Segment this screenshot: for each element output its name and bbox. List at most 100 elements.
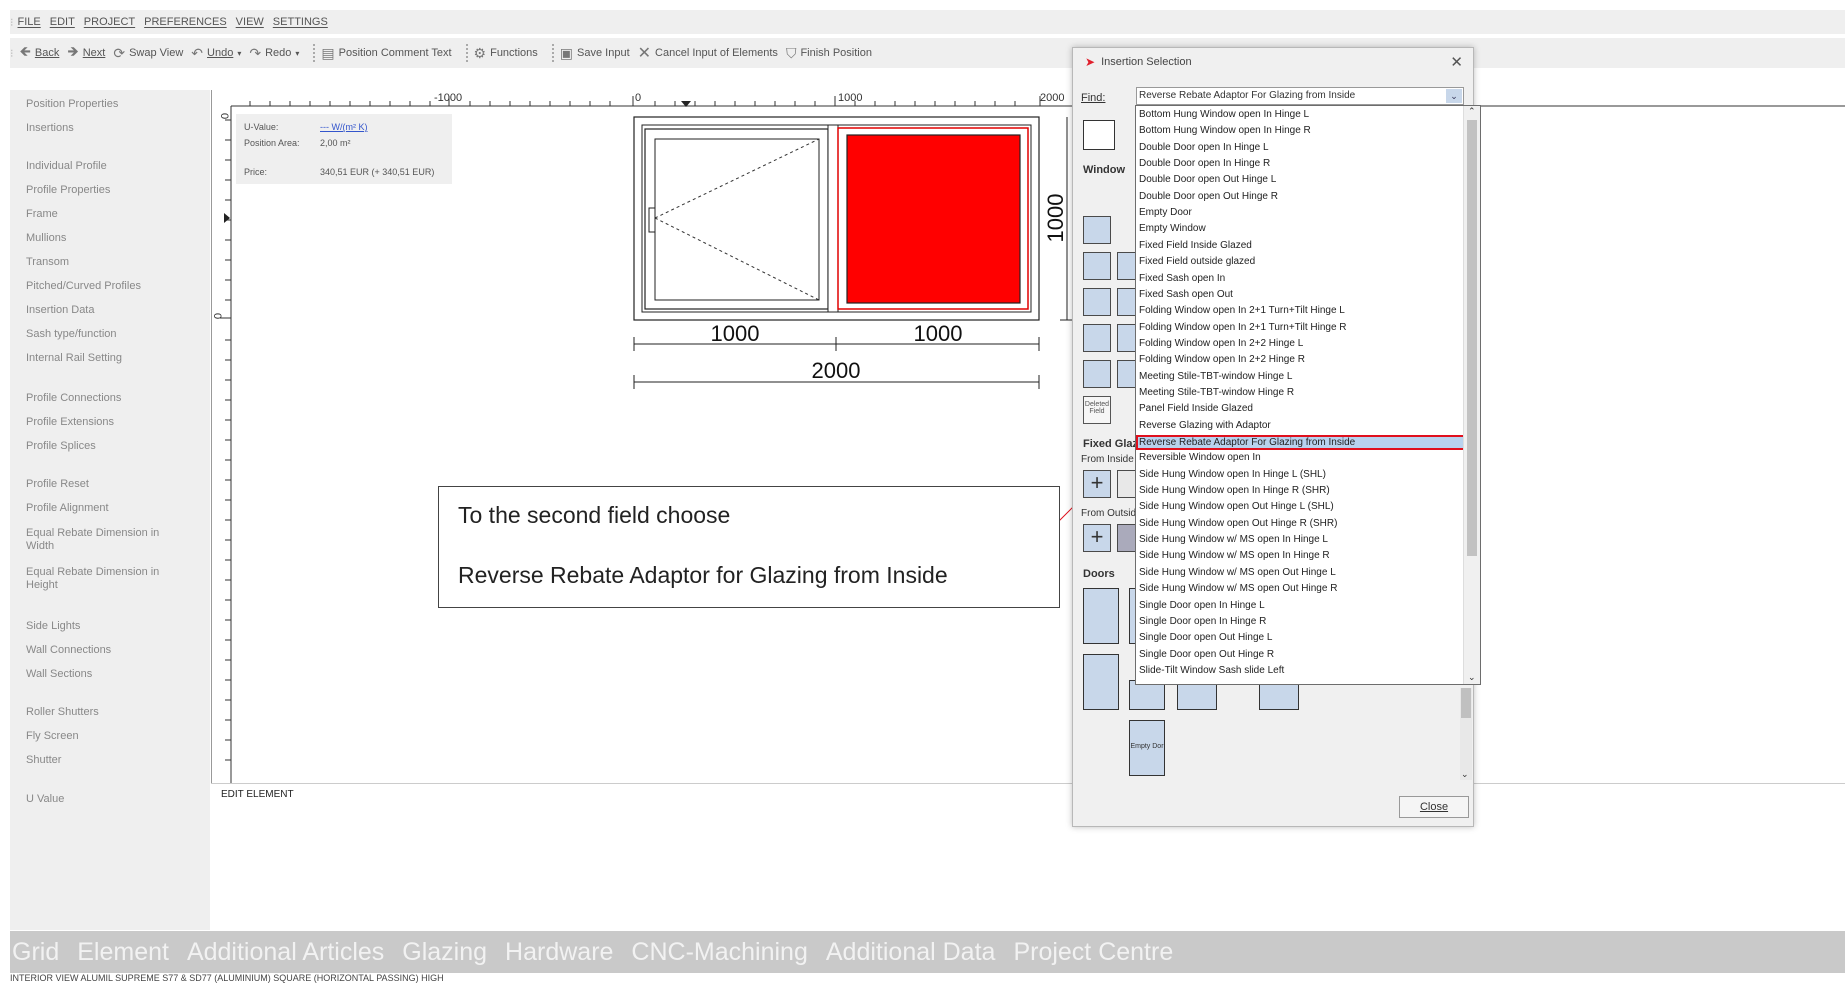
dimension-left-label: 1000 xyxy=(711,321,760,346)
dropdown-option[interactable]: Reversible Window open In xyxy=(1138,451,1464,465)
close-icon[interactable]: ✕ xyxy=(1450,53,1463,71)
tab-element[interactable]: Element xyxy=(77,938,169,967)
bottom-tabs: Grid Element Additional Articles Glazing… xyxy=(10,931,1845,973)
dropdown-option[interactable]: Slide-Tilt Window Sash slide Left xyxy=(1138,664,1464,678)
tab-hardware[interactable]: Hardware xyxy=(505,938,613,967)
chevron-down-icon[interactable]: ⌄ xyxy=(1446,89,1462,103)
dropdown-option-selected[interactable]: Reverse Rebate Adaptor For Glazing from … xyxy=(1136,435,1466,450)
dropdown-option[interactable]: Fixed Field outside glazed xyxy=(1138,255,1464,269)
dropdown-option[interactable]: Panel Field Inside Glazed xyxy=(1138,402,1464,416)
window-glyph-icon[interactable] xyxy=(1083,252,1111,280)
chevron-up-icon[interactable]: ⌃ xyxy=(1468,106,1476,117)
dialog-titlebar: ➤ Insertion Selection ✕ xyxy=(1073,48,1473,76)
tab-additional-data[interactable]: Additional Data xyxy=(826,938,996,967)
dropdown-scrollbar[interactable]: ⌃ ⌄ xyxy=(1463,106,1480,684)
dropdown-option[interactable]: Side Hung Window w/ MS open Out Hinge R xyxy=(1138,582,1464,596)
dropdown-option[interactable]: Empty Window xyxy=(1138,222,1464,236)
dropdown-option[interactable]: Single Door open In Hinge L xyxy=(1138,599,1464,613)
dimension-right-label: 1000 xyxy=(914,321,963,346)
tab-cnc-machining[interactable]: CNC-Machining xyxy=(631,938,807,967)
dropdown-option[interactable]: Fixed Sash open In xyxy=(1138,272,1464,286)
left-glass[interactable] xyxy=(654,138,820,301)
door-glyph-icon[interactable] xyxy=(1083,654,1119,710)
u-value-label: U-Value: xyxy=(244,122,279,132)
close-button[interactable]: Close xyxy=(1399,796,1469,818)
dropdown-option[interactable]: Fixed Field Inside Glazed xyxy=(1138,239,1464,253)
dropdown-option[interactable]: Folding Window open In 2+1 Turn+Tilt Hin… xyxy=(1138,304,1464,318)
dialog-scrollbar-thumb[interactable] xyxy=(1461,688,1471,718)
ruler-marker-icon xyxy=(224,213,230,223)
dropdown-option[interactable]: Meeting Stile-TBT-window Hinge L xyxy=(1138,370,1464,384)
price-label: Price: xyxy=(244,167,268,177)
dropdown-option[interactable]: Side Hung Window open In Hinge R (SHR) xyxy=(1138,484,1464,498)
find-combobox[interactable]: Reverse Rebate Adaptor For Glazing from … xyxy=(1136,87,1464,105)
dropdown-option[interactable]: Single Door open In Hinge R xyxy=(1138,615,1464,629)
dropdown-option[interactable]: Single Door open Out Hinge L xyxy=(1138,631,1464,645)
dropdown-option[interactable]: Double Door open In Hinge L xyxy=(1138,141,1464,155)
window-glyph-icon[interactable] xyxy=(1083,324,1111,352)
dropdown-option[interactable]: Double Door open In Hinge R xyxy=(1138,157,1464,171)
dropdown-option[interactable]: Folding Window open In 2+1 Turn+Tilt Hin… xyxy=(1138,321,1464,335)
dropdown-scrollbar-thumb[interactable] xyxy=(1467,120,1477,556)
dropdown-option[interactable]: Side Hung Window w/ MS open Out Hinge L xyxy=(1138,566,1464,580)
position-area-label: Position Area: xyxy=(244,138,300,148)
window-glyph-icon[interactable] xyxy=(1083,216,1111,244)
find-label: Find: xyxy=(1081,92,1106,104)
mullion[interactable] xyxy=(827,124,839,313)
window-glyph-icon[interactable] xyxy=(1083,360,1111,388)
callout-line-1: To the second field choose xyxy=(458,502,731,528)
edit-element-title: EDIT ELEMENT xyxy=(221,789,294,800)
chevron-down-icon[interactable]: ⌄ xyxy=(1468,672,1476,683)
dropdown-option[interactable]: Folding Window open In 2+2 Hinge L xyxy=(1138,337,1464,351)
left-ruler xyxy=(220,106,232,783)
ruler-tick-label: 0 xyxy=(635,92,641,104)
dropdown-option[interactable]: Side Hung Window open In Hinge L (SHL) xyxy=(1138,468,1464,482)
tab-additional-articles[interactable]: Additional Articles xyxy=(187,938,384,967)
edit-element-panel: EDIT ELEMENT xyxy=(211,783,1845,931)
dimension-total-label: 2000 xyxy=(812,358,861,383)
doors-heading: Doors xyxy=(1083,568,1115,580)
chevron-down-icon[interactable]: ⌄ xyxy=(1461,769,1469,780)
deleted-field-tile[interactable]: Deleted Field xyxy=(1083,396,1111,424)
find-combobox-value: Reverse Rebate Adaptor For Glazing from … xyxy=(1139,90,1356,101)
dialog-scrollbar[interactable]: ⌄ xyxy=(1460,688,1472,780)
dropdown-option[interactable]: Bottom Hung Window open In Hinge L xyxy=(1138,108,1464,122)
ruler-tick-label: 2000 xyxy=(1040,92,1064,104)
dropdown-option[interactable]: Side Hung Window open Out Hinge L (SHL) xyxy=(1138,500,1464,514)
dropdown-option[interactable]: Meeting Stile-TBT-window Hinge R xyxy=(1138,386,1464,400)
position-info-box: U-Value: --- W/(m² K) Position Area: 2,0… xyxy=(236,114,452,184)
window-glyph-icon[interactable] xyxy=(1083,288,1111,316)
empty-door-tile[interactable]: Empty Dor xyxy=(1129,720,1165,776)
ruler-tick-label: -1000 xyxy=(434,92,462,104)
right-field-selected[interactable] xyxy=(846,134,1021,304)
dropdown-option[interactable]: Bottom Hung Window open In Hinge R xyxy=(1138,124,1464,138)
plus-icon[interactable]: + xyxy=(1083,470,1111,498)
dropdown-option[interactable]: Side Hung Window open Out Hinge R (SHR) xyxy=(1138,517,1464,531)
dialog-title: Insertion Selection xyxy=(1101,56,1192,68)
dropdown-option[interactable]: Side Hung Window w/ MS open In Hinge L xyxy=(1138,533,1464,547)
door-glyph-icon[interactable] xyxy=(1083,588,1119,644)
insertion-dropdown-list[interactable]: Bottom Hung Window open In Hinge L Bottom… xyxy=(1135,105,1481,685)
dropdown-option[interactable]: Empty Door xyxy=(1138,206,1464,220)
dropdown-option[interactable]: Side Hung Window w/ MS open In Hinge R xyxy=(1138,549,1464,563)
from-outside-label: From Outsid xyxy=(1081,508,1137,519)
u-value-link[interactable]: --- W/(m² K) xyxy=(320,122,367,132)
plus-icon[interactable]: + xyxy=(1083,524,1111,552)
tab-project-centre[interactable]: Project Centre xyxy=(1013,938,1173,967)
price-value: 340,51 EUR (+ 340,51 EUR) xyxy=(320,167,435,177)
window-drawing[interactable] xyxy=(633,116,1040,321)
dropdown-option[interactable]: Reverse Glazing with Adaptor xyxy=(1138,419,1464,433)
status-bar: INTERIOR VIEW ALUMIL SUPREME S77 & SD77 … xyxy=(10,973,1845,985)
dropdown-option[interactable]: Double Door open Out Hinge R xyxy=(1138,190,1464,204)
dropdown-option[interactable]: Folding Window open In 2+2 Hinge R xyxy=(1138,353,1464,367)
window-heading: Window xyxy=(1083,164,1126,176)
dropdown-option[interactable]: Double Door open Out Hinge L xyxy=(1138,173,1464,187)
dropdown-option[interactable]: Fixed Sash open Out xyxy=(1138,288,1464,302)
tab-grid[interactable]: Grid xyxy=(12,938,59,967)
tab-glazing[interactable]: Glazing xyxy=(402,938,487,967)
dropdown-option[interactable]: Single Door open Out Hinge R xyxy=(1138,648,1464,662)
window-type-icon[interactable] xyxy=(1083,120,1115,150)
ruler-tick-label: 1000 xyxy=(838,92,862,104)
from-inside-label: From Inside xyxy=(1081,454,1134,465)
callout-line-2: Reverse Rebate Adaptor for Glazing from … xyxy=(458,562,948,588)
